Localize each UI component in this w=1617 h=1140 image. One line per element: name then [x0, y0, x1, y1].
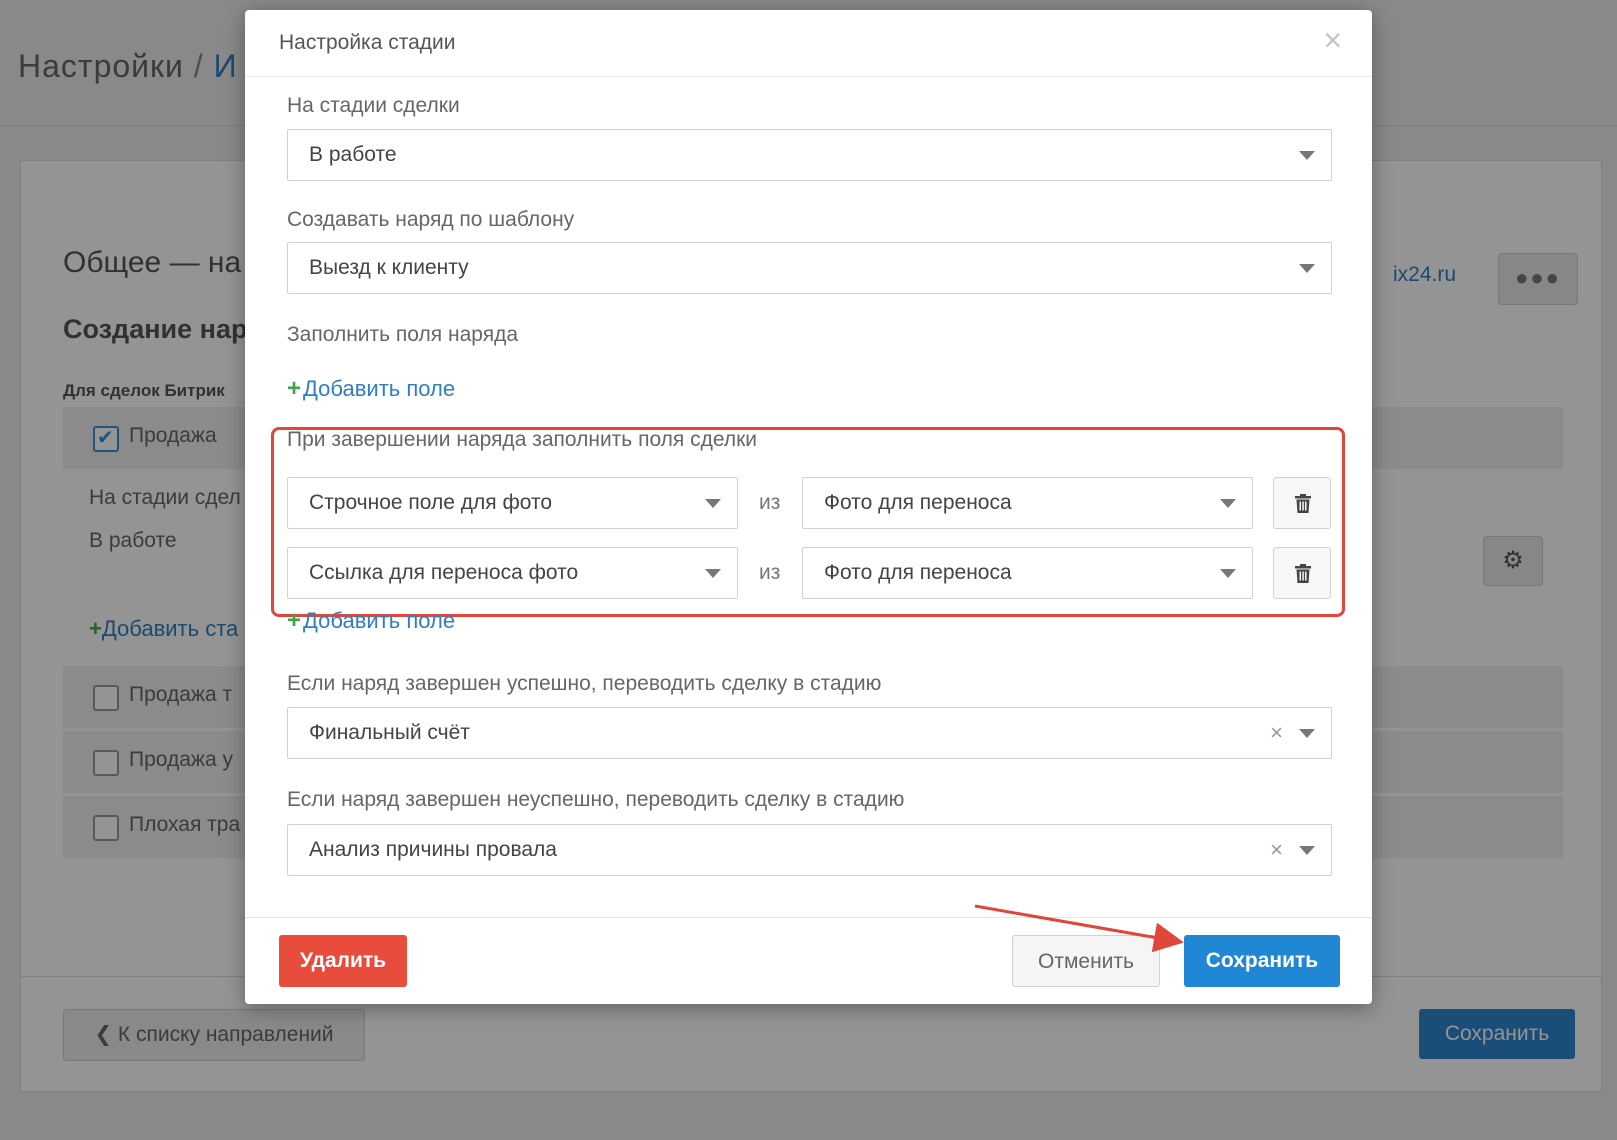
mapping-target-value: Ссылка для переноса фото [309, 561, 579, 584]
caret-down-icon [1299, 846, 1315, 855]
trash-icon [1295, 494, 1311, 513]
from-word: из [759, 561, 781, 584]
modal-footer: Удалить Отменить Сохранить [245, 917, 1372, 1004]
template-value: Выезд к клиенту [309, 256, 469, 279]
clear-icon[interactable]: × [1270, 836, 1283, 864]
cancel-button[interactable]: Отменить [1012, 935, 1160, 987]
modal-title: Настройка стадии [279, 31, 456, 54]
caret-down-icon [1220, 569, 1236, 578]
add-deal-field-label: Добавить поле [303, 608, 456, 633]
modal-header: Настройка стадии × [245, 10, 1372, 77]
add-order-field-label: Добавить поле [303, 376, 456, 401]
caret-down-icon [1299, 151, 1315, 160]
caret-down-icon [1220, 499, 1236, 508]
delete-mapping-button[interactable] [1273, 547, 1331, 599]
save-button[interactable]: Сохранить [1184, 935, 1340, 987]
on-complete-label: При завершении наряда заполнить поля сде… [287, 428, 758, 451]
template-label: Создавать наряд по шаблону [287, 208, 575, 231]
mapping-target-value: Строчное поле для фото [309, 491, 553, 514]
mapping-target-select[interactable]: Ссылка для переноса фото [287, 547, 738, 599]
success-stage-select[interactable]: Финальный счёт × [287, 707, 1332, 759]
deal-stage-value: В работе [309, 143, 397, 166]
delete-button[interactable]: Удалить [279, 935, 407, 987]
from-word: из [759, 491, 781, 514]
mapping-target-select[interactable]: Строчное поле для фото [287, 477, 738, 529]
fill-fields-label: Заполнить поля наряда [287, 323, 518, 346]
clear-icon[interactable]: × [1270, 719, 1283, 747]
close-icon[interactable]: × [1323, 24, 1342, 56]
mapping-source-select[interactable]: Фото для переноса [802, 477, 1253, 529]
fail-stage-select[interactable]: Анализ причины провала × [287, 824, 1332, 876]
caret-down-icon [705, 569, 721, 578]
deal-stage-label: На стадии сделки [287, 94, 460, 117]
trash-icon [1295, 564, 1311, 583]
mapping-source-value: Фото для переноса [824, 561, 1012, 584]
deal-stage-select[interactable]: В работе [287, 129, 1332, 181]
add-order-field-link[interactable]: +Добавить поле [287, 375, 455, 403]
delete-mapping-button[interactable] [1273, 477, 1331, 529]
success-stage-value: Финальный счёт [309, 721, 470, 744]
template-select[interactable]: Выезд к клиенту [287, 242, 1332, 294]
plus-icon: + [287, 375, 302, 402]
plus-icon: + [287, 607, 302, 634]
add-deal-field-link[interactable]: +Добавить поле [287, 607, 455, 635]
mapping-source-value: Фото для переноса [824, 491, 1012, 514]
stage-settings-modal: Настройка стадии × На стадии сделки В ра… [245, 10, 1372, 1004]
caret-down-icon [705, 499, 721, 508]
fail-stage-label: Если наряд завершен неуспешно, переводит… [287, 788, 905, 811]
caret-down-icon [1299, 729, 1315, 738]
caret-down-icon [1299, 264, 1315, 273]
fail-stage-value: Анализ причины провала [309, 838, 557, 861]
mapping-source-select[interactable]: Фото для переноса [802, 547, 1253, 599]
success-stage-label: Если наряд завершен успешно, переводить … [287, 672, 882, 695]
